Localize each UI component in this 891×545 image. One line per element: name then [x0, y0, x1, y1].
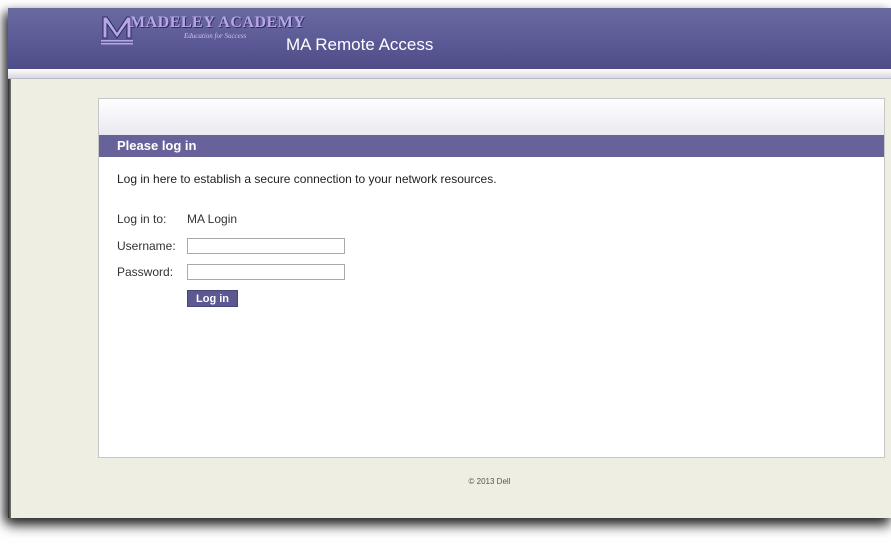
academy-crest-icon [101, 16, 133, 45]
username-label: Username: [117, 239, 176, 253]
logo-text: MADELEY ACADEMY [130, 14, 306, 31]
footer-copyright: © 2013 Dell [468, 477, 511, 486]
login-to-value: MA Login [187, 212, 238, 226]
site-header: MADELEY ACADEMY Education for Success MA… [8, 8, 891, 69]
panel-heading: Please log in [99, 135, 884, 157]
intro-text: Log in here to establish a secure connec… [117, 172, 497, 186]
login-to-label: Log in to: [117, 212, 167, 226]
password-label: Password: [117, 265, 174, 279]
username-field[interactable] [187, 238, 345, 254]
panel-top-band [99, 99, 884, 135]
header-divider [8, 69, 891, 79]
login-panel: Please log in Log in here to establish a… [98, 98, 885, 458]
password-field[interactable] [187, 264, 345, 280]
login-button[interactable]: Log in [187, 290, 238, 307]
madeley-academy-logo[interactable]: MADELEY ACADEMY Education for Success [100, 12, 305, 46]
browser-window: MADELEY ACADEMY Education for Success MA… [8, 8, 891, 518]
logo-tagline: Education for Success [184, 32, 247, 40]
app-title: MA Remote Access [286, 35, 434, 54]
